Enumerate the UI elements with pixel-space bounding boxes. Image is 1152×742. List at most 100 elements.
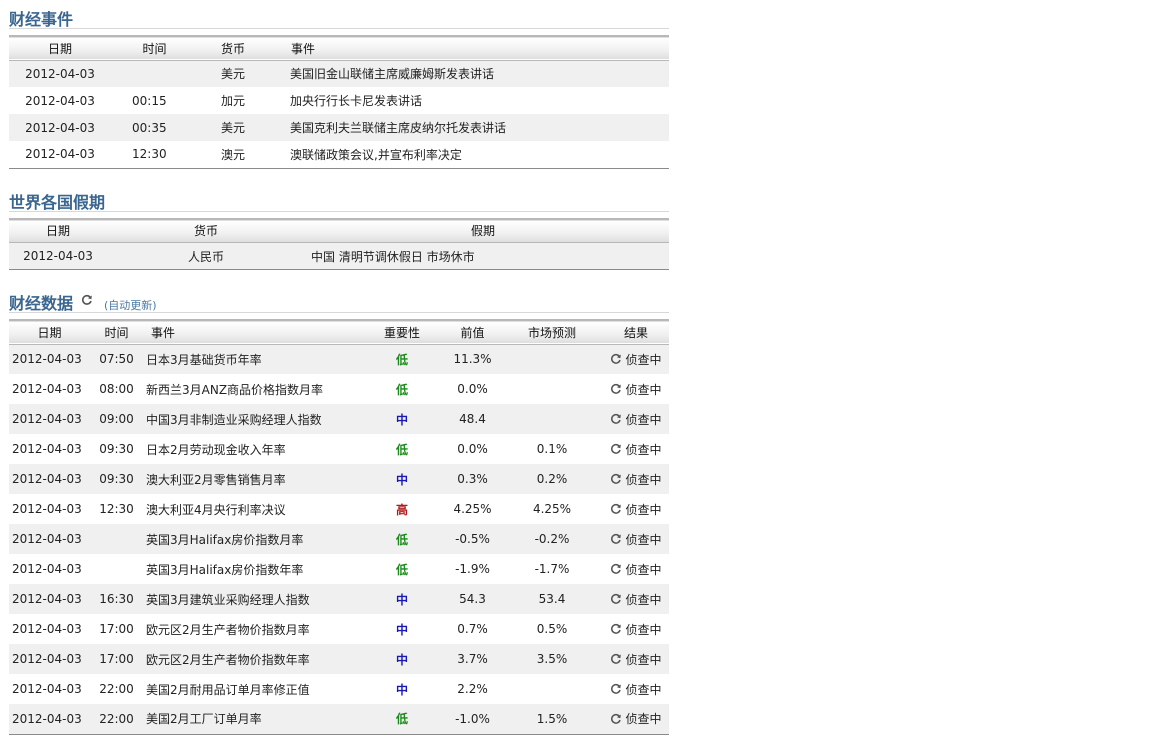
- data-date: 2012-04-03: [12, 382, 82, 396]
- data-time: 12:30: [99, 502, 134, 516]
- events-table: 日期 时间 货币 事件 2012-04-03 美元 美国旧金山联储主席威廉姆斯发表讲…: [9, 35, 669, 169]
- events-table-header: 日期 时间 货币 事件: [9, 36, 669, 60]
- events-section-title: 财经事件: [9, 10, 74, 29]
- event-description: 加央行行长卡尼发表讲话: [290, 94, 423, 108]
- event-currency: 美元: [221, 121, 246, 135]
- data-result-cell: 侦查中: [603, 644, 669, 674]
- event-description: 美国克利夫兰联储主席皮纳尔托发表讲话: [290, 121, 507, 135]
- data-result-cell: 侦查中: [603, 464, 669, 494]
- holidays-section-title: 世界各国假期: [9, 192, 106, 212]
- data-event: 日本2月劳动现金收入年率: [146, 442, 286, 457]
- column-header-event: 事件: [291, 41, 316, 56]
- table-row: 2012-04-03 17:00 欧元区2月生产者物价指数年率 中 3.7% 3.5% 侦查…: [9, 644, 669, 674]
- refresh-icon: [611, 593, 622, 604]
- data-previous: -1.9%: [455, 562, 490, 576]
- data-date: 2012-04-03: [12, 532, 82, 546]
- result-status: 侦查中: [603, 351, 669, 368]
- financial-data-table-header: 日期 时间 事件 重要性 前值 市场预测 结果: [9, 320, 669, 344]
- data-result-cell: 侦查中: [603, 434, 669, 464]
- data-importance-cell: 中: [360, 404, 444, 434]
- column-header-time: 时间: [104, 325, 129, 340]
- refresh-icon: [611, 563, 622, 574]
- refresh-icon: [611, 383, 622, 394]
- data-result-cell: 侦查中: [603, 344, 669, 374]
- data-importance-cell: 中: [360, 674, 444, 704]
- column-header-time: 时间: [142, 41, 167, 56]
- data-result-cell: 侦查中: [603, 404, 669, 434]
- data-forecast: 53.4: [538, 592, 566, 606]
- column-header-previous: 前值: [460, 325, 485, 340]
- data-time: 22:00: [99, 711, 134, 726]
- table-row: 2012-04-03 16:30 英国3月建筑业采购经理人指数 中 54.3 53.4 侦查…: [9, 584, 669, 614]
- page-content: 财经事件 日期 时间 货币 事件 2012-04-03 美元 美国旧金山联储主席威廉…: [9, 0, 669, 735]
- data-time: 09:30: [99, 472, 134, 486]
- data-importance-cell: 中: [360, 584, 444, 614]
- column-header-date: 日期: [47, 41, 72, 56]
- data-time: 08:00: [99, 382, 134, 396]
- data-time: 07:50: [99, 352, 134, 367]
- table-row: 2012-04-03 08:00 新西兰3月ANZ商品价格指数月率 低 0.0% 侦查中: [9, 374, 669, 404]
- data-event: 澳大利亚4月央行利率决议: [146, 502, 286, 517]
- holiday-description: 中国 清明节调休假日 市场休市: [311, 249, 475, 264]
- column-header-importance: 重要性: [383, 325, 420, 340]
- events-section-header: 财经事件: [9, 0, 669, 29]
- data-date: 2012-04-03: [12, 472, 82, 486]
- result-text: 侦查中: [625, 532, 662, 547]
- event-date: 2012-04-03: [25, 66, 95, 81]
- result-status: 侦查中: [603, 471, 669, 488]
- data-event: 英国3月Halifax房价指数年率: [146, 562, 304, 577]
- data-previous: 0.3%: [457, 472, 488, 486]
- refresh-icon: [611, 443, 622, 454]
- table-row: 2012-04-03 17:00 欧元区2月生产者物价指数月率 中 0.7% 0.5% 侦查…: [9, 614, 669, 644]
- result-status: 侦查中: [603, 561, 669, 578]
- result-text: 侦查中: [625, 502, 662, 517]
- data-time: 17:00: [99, 652, 134, 666]
- data-event: 中国3月非制造业采购经理人指数: [146, 412, 322, 427]
- refresh-icon: [611, 413, 622, 424]
- result-text: 侦查中: [625, 412, 662, 427]
- data-date: 2012-04-03: [12, 592, 82, 606]
- importance-badge: 低: [395, 562, 408, 577]
- table-row: 2012-04-03 英国3月Halifax房价指数月率 低 -0.5% -0.2% 侦查…: [9, 524, 669, 554]
- financial-data-section-title: 财经数据: [9, 294, 74, 313]
- data-result-cell: 侦查中: [603, 494, 669, 524]
- data-time: 09:30: [99, 442, 134, 456]
- data-event: 英国3月建筑业采购经理人指数: [146, 592, 310, 607]
- data-previous: -1.0%: [455, 711, 490, 726]
- data-importance-cell: 中: [360, 464, 444, 494]
- data-date: 2012-04-03: [12, 352, 82, 367]
- importance-badge: 中: [395, 652, 408, 667]
- table-row: 2012-04-03 美元 美国旧金山联储主席威廉姆斯发表讲话: [9, 60, 669, 87]
- auto-update-link[interactable]: (自动更新): [104, 297, 157, 313]
- refresh-icon: [611, 653, 622, 664]
- data-previous: -0.5%: [455, 532, 490, 546]
- data-importance-cell: 低: [360, 344, 444, 374]
- event-currency: 加元: [221, 94, 246, 108]
- table-row: 2012-04-03 00:15 加元 加央行行长卡尼发表讲话: [9, 87, 669, 114]
- importance-badge: 低: [395, 532, 408, 547]
- data-forecast: 4.25%: [532, 502, 572, 516]
- column-header-currency: 货币: [193, 224, 218, 239]
- data-event: 美国2月耐用品订单月率修正值: [146, 682, 310, 697]
- data-time: 17:00: [99, 622, 134, 636]
- data-time: 16:30: [99, 592, 134, 606]
- data-event: 澳大利亚2月零售销售月率: [146, 472, 286, 487]
- table-row: 2012-04-03 07:50 日本3月基础货币年率 低 11.3% 侦查中: [9, 344, 669, 374]
- refresh-icon: [611, 683, 622, 694]
- column-header-forecast: 市场预测: [527, 325, 576, 340]
- table-row: 2012-04-03 人民币 中国 清明节调休假日 市场休市: [9, 242, 669, 270]
- event-time: 00:35: [132, 120, 167, 135]
- data-time: [90, 554, 143, 584]
- data-result-cell: 侦查中: [603, 554, 669, 584]
- holidays-section-header: 世界各国假期: [9, 183, 669, 212]
- importance-badge: 高: [395, 502, 408, 517]
- data-date: 2012-04-03: [12, 622, 82, 636]
- result-status: 侦查中: [603, 501, 669, 518]
- refresh-icon[interactable]: [81, 294, 93, 306]
- refresh-icon: [611, 503, 622, 514]
- data-result-cell: 侦查中: [603, 584, 669, 614]
- result-status: 侦查中: [603, 381, 669, 398]
- result-status: 侦查中: [603, 531, 669, 548]
- data-event: 美国2月工厂订单月率: [146, 712, 262, 727]
- table-row: 2012-04-03 22:00 美国2月工厂订单月率 低 -1.0% 1.5% 侦查中: [9, 704, 669, 734]
